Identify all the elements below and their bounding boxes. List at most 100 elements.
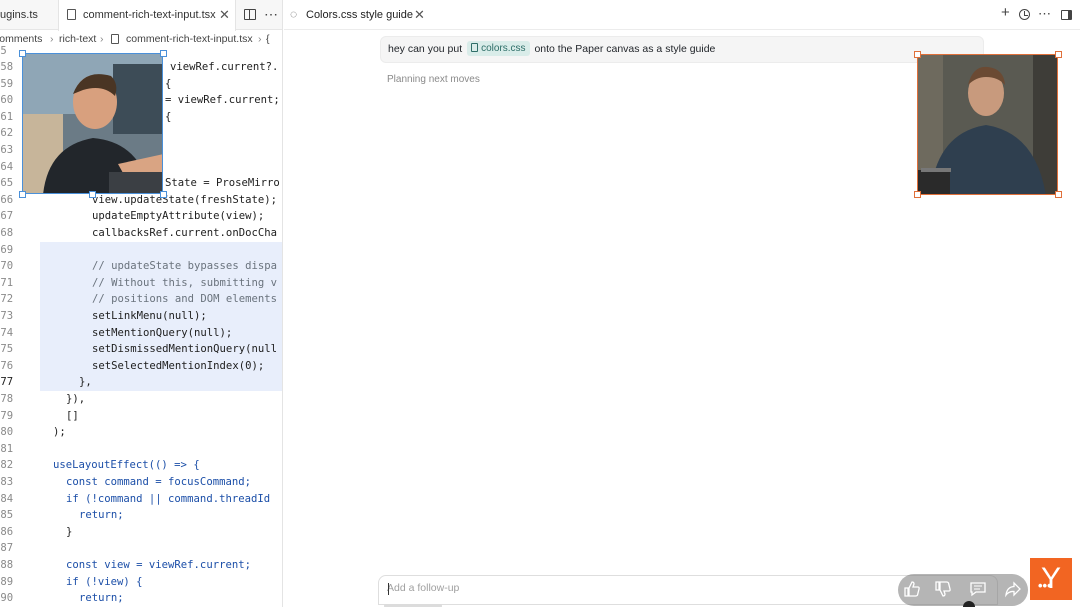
line-code: = viewRef.current; [165,94,280,107]
thumbs-up-icon[interactable] [902,580,922,600]
comment-icon[interactable] [968,580,988,600]
line-code: [] [66,409,79,422]
resize-handle[interactable] [1055,51,1062,58]
line-number: 274 [0,326,14,339]
line-code: ); [53,426,66,439]
line-code: return; [79,509,124,522]
line-code: if (!view) { [66,575,143,588]
code-line: 279 [] [0,408,282,425]
resize-handle[interactable] [19,191,26,198]
resize-handle[interactable] [914,191,921,198]
code-line: 271 // Without this, submitting v [0,274,282,292]
file-icon [67,9,76,20]
history-icon[interactable] [1019,9,1030,20]
code-line: 266 view.updateState(freshState); [0,192,282,209]
resize-handle[interactable] [160,191,167,198]
code-line: 286} [0,524,282,541]
code-line: 283 const command = focusCommand; [0,474,282,491]
line-number: 263 [0,144,14,156]
line-code: // updateState bypasses dispa [92,260,277,273]
webcam-left[interactable] [22,53,163,194]
code-line: 285 return; [0,507,282,524]
toggle-panel-icon[interactable] [1061,10,1072,20]
line-code: // positions and DOM elements [92,293,277,306]
more-icon[interactable]: ⋯ [264,0,278,28]
line-code: view.updateState(freshState); [92,193,277,206]
resize-handle[interactable] [914,51,921,58]
code-line: 281 [0,441,282,458]
editor-tab-bar: ugins.ts comment-rich-text-input.tsx ✕ ⋯ [0,0,282,31]
code-line: 278}), [0,391,282,408]
line-number: 269 [0,243,14,256]
line-number: 287 [0,542,14,555]
webcam-right[interactable] [917,54,1058,195]
line-number: 282 [0,459,14,472]
message-text-before: hey can you put [388,43,463,55]
code-line: 282 useLayoutEffect(() => { [0,457,282,474]
chat-tab-bar: ◌ Colors.css style guide ✕ + ⋯ [284,0,1080,30]
line-number: 261 [0,110,14,123]
line-code: }, [79,376,92,389]
line-number: 279 [0,409,14,422]
code-line: 280); [0,424,282,441]
line-number: 278 [0,393,14,405]
code-line: 269 [0,241,282,259]
tab-plugins-ts[interactable]: ugins.ts [0,0,54,30]
line-number: 271 [0,276,14,289]
file-chip-label: colors.css [481,43,526,54]
tab-label: ugins.ts [0,9,38,21]
line-number: 264 [0,160,14,173]
line-number: 267 [0,210,14,223]
chat-tab-title[interactable]: Colors.css style guide [306,0,413,30]
line-number: 272 [0,293,14,306]
code-line: 277}, [0,374,282,391]
line-number: 266 [0,193,14,206]
line-code: setSelectedMentionIndex(0); [92,359,265,372]
line-code: const command = focusCommand; [66,476,251,488]
tab-label: comment-rich-text-input.tsx [83,9,216,21]
split-editor-icon[interactable] [244,9,256,20]
code-line: 274 setMentionQuery(null); [0,324,282,342]
close-icon[interactable]: ✕ [414,0,425,30]
line-code: }), [66,393,86,405]
followup-input[interactable] [387,582,787,594]
line-code: State = ProseMirro [165,177,280,190]
code-line: 288 const view = viewRef.current; [0,557,282,574]
line-number: 268 [0,227,14,239]
thumbs-down-icon[interactable] [933,580,953,600]
code-line: 273 setLinkMenu(null); [0,308,282,325]
line-number: 277 [0,376,14,389]
share-icon[interactable] [1003,580,1023,600]
line-number: 289 [0,575,14,588]
line-number: 280 [0,426,14,439]
resize-handle[interactable] [160,50,167,57]
code-line: 287 [0,540,282,557]
line-number: 262 [0,127,14,140]
code-line: 290 return; [0,590,282,607]
message-text-after: onto the Paper canvas as a style guide [534,43,716,55]
close-icon[interactable]: ✕ [219,0,230,30]
line-code: callbacksRef.current.onDocCha [92,227,277,239]
code-line: 268 callbacksRef.current.onDocCha [0,225,282,242]
line-code: setLinkMenu(null); [92,310,207,322]
tab-comment-rich-text-input[interactable]: comment-rich-text-input.tsx ✕ [58,0,236,31]
resize-handle[interactable] [89,191,96,198]
line-code: useLayoutEffect(() => { [53,459,200,472]
line-code: const view = viewRef.current; [66,559,251,571]
resize-handle[interactable] [19,50,26,57]
more-icon[interactable]: ⋯ [1038,7,1051,21]
resize-handle[interactable] [1055,191,1062,198]
code-line: 276 setSelectedMentionIndex(0); [0,357,282,375]
new-chat-icon[interactable]: + [1001,5,1010,20]
avatar [963,601,975,607]
line-code: if (!command || command.threadId [66,492,271,505]
more-options-icon[interactable]: ••• [1038,574,1052,598]
line-code: // Without this, submitting v [92,276,277,289]
line-number: 285 [0,509,14,522]
line-number: 25 [0,45,7,58]
line-number: 259 [0,77,14,90]
file-chip[interactable]: colors.css [467,41,530,56]
code-line: 270 // updateState bypasses dispa [0,258,282,275]
code-line: 275 setDismissedMentionQuery(null [0,341,282,358]
line-number: 273 [0,310,14,322]
